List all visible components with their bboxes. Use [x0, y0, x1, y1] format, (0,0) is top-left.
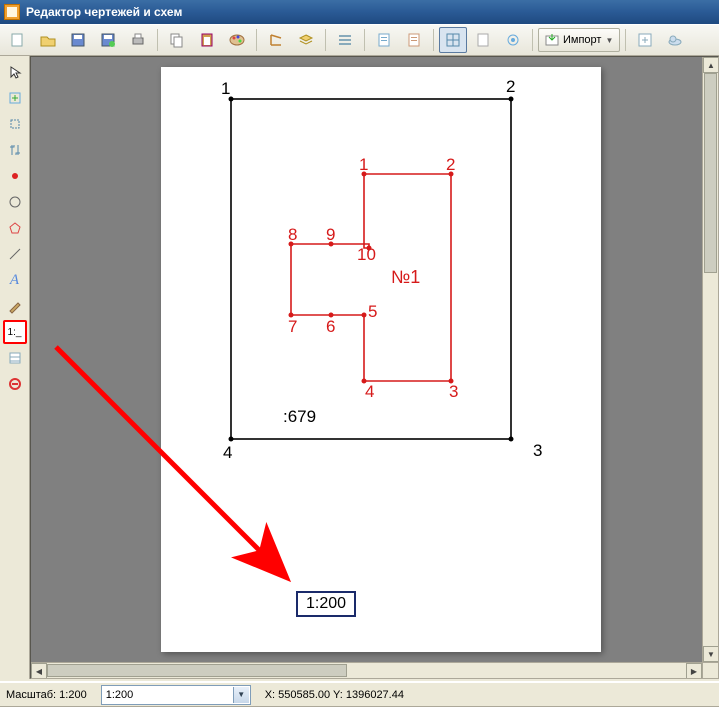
circle-tool[interactable] — [3, 190, 27, 214]
pencil-tool[interactable] — [3, 294, 27, 318]
scroll-up-icon[interactable]: ▲ — [703, 57, 719, 73]
scale-label-tool[interactable]: 1:_ — [3, 320, 27, 344]
inner-vertex-6: 6 — [326, 317, 335, 337]
code-label: :679 — [283, 407, 316, 427]
outer-vertex-2: 2 — [506, 77, 515, 97]
app-icon — [4, 4, 20, 20]
titlebar: Редактор чертежей и схем — [0, 0, 719, 24]
save-as-button[interactable] — [94, 27, 122, 53]
copy-button[interactable] — [163, 27, 191, 53]
delete-tool[interactable] — [3, 372, 27, 396]
palette-button[interactable] — [223, 27, 251, 53]
separator — [157, 29, 158, 51]
crop2-tool[interactable] — [3, 138, 27, 162]
inner-vertex-2: 2 — [446, 155, 455, 175]
horizontal-scrollbar[interactable]: ◀ ▶ — [31, 662, 702, 678]
inner-vertex-3: 3 — [449, 382, 458, 402]
outer-vertex-1: 1 — [221, 79, 230, 99]
line-tool[interactable] — [3, 242, 27, 266]
dropdown-arrow-icon: ▼ — [605, 36, 613, 45]
select-tool[interactable] — [3, 60, 27, 84]
inner-vertex-7: 7 — [288, 317, 297, 337]
scale-text-box[interactable]: 1:200 — [296, 591, 356, 617]
inner-vertex-8: 8 — [288, 225, 297, 245]
text-tool[interactable]: A — [3, 268, 27, 292]
scroll-thumb-v[interactable] — [704, 73, 717, 273]
separator — [364, 29, 365, 51]
paste-button[interactable] — [193, 27, 221, 53]
statusbar: Масштаб: 1:200 1:200 ▼ X: 550585.00 Y: 1… — [0, 681, 719, 707]
separator — [256, 29, 257, 51]
outer-vertex-4: 4 — [223, 443, 232, 463]
doc1-button[interactable] — [370, 27, 398, 53]
export-button[interactable] — [631, 27, 659, 53]
drawing-page: 1 2 3 4 1 2 3 4 5 6 7 8 9 10 №1 :679 1:2… — [161, 67, 601, 652]
cloud-button[interactable] — [661, 27, 689, 53]
import-label: Импорт — [563, 34, 601, 46]
table-tool[interactable] — [3, 346, 27, 370]
main-toolbar: Импорт ▼ — [0, 24, 719, 56]
new-button[interactable] — [4, 27, 32, 53]
scroll-right-icon[interactable]: ▶ — [686, 663, 702, 679]
import-dropdown[interactable]: Импорт ▼ — [538, 28, 620, 52]
separator — [325, 29, 326, 51]
scroll-down-icon[interactable]: ▼ — [703, 646, 719, 662]
window-title: Редактор чертежей и схем — [26, 5, 182, 19]
grid-button[interactable] — [439, 27, 467, 53]
inner-name-label: №1 — [391, 267, 420, 288]
scroll-thumb-h[interactable] — [47, 664, 347, 677]
scroll-left-icon[interactable]: ◀ — [31, 663, 47, 679]
status-scale-label: Масштаб: 1:200 — [6, 689, 87, 701]
add-tool[interactable] — [3, 86, 27, 110]
inner-vertex-1: 1 — [359, 155, 368, 175]
doc3-button[interactable] — [469, 27, 497, 53]
snap-button[interactable] — [499, 27, 527, 53]
workspace: A 1:_ — [0, 56, 719, 679]
scrollbar-corner — [702, 662, 718, 678]
polygon-tool[interactable] — [3, 216, 27, 240]
crop-tool[interactable] — [3, 112, 27, 136]
inner-vertex-4: 4 — [365, 382, 374, 402]
canvas-area[interactable]: 1 2 3 4 1 2 3 4 5 6 7 8 9 10 №1 :679 1:2… — [30, 56, 719, 679]
print-button[interactable] — [124, 27, 152, 53]
separator — [625, 29, 626, 51]
open-button[interactable] — [34, 27, 62, 53]
point-tool[interactable] — [3, 164, 27, 188]
drawing-svg — [161, 67, 601, 652]
vertical-scrollbar[interactable]: ▲ ▼ — [702, 57, 718, 662]
side-toolbar: A 1:_ — [0, 56, 30, 679]
status-coords: X: 550585.00 Y: 1396027.44 — [265, 689, 404, 701]
doc2-button[interactable] — [400, 27, 428, 53]
outer-vertex-3: 3 — [533, 441, 542, 461]
separator — [433, 29, 434, 51]
scale-combo[interactable]: 1:200 ▼ — [101, 685, 251, 705]
layers-button[interactable] — [292, 27, 320, 53]
inner-vertex-5: 5 — [368, 302, 377, 322]
scale-combo-value: 1:200 — [106, 689, 134, 701]
inner-vertex-9: 9 — [326, 225, 335, 245]
separator — [532, 29, 533, 51]
axes-button[interactable] — [262, 27, 290, 53]
list-button[interactable] — [331, 27, 359, 53]
dropdown-arrow-icon[interactable]: ▼ — [233, 687, 249, 703]
save-button[interactable] — [64, 27, 92, 53]
inner-vertex-10: 10 — [357, 245, 376, 265]
